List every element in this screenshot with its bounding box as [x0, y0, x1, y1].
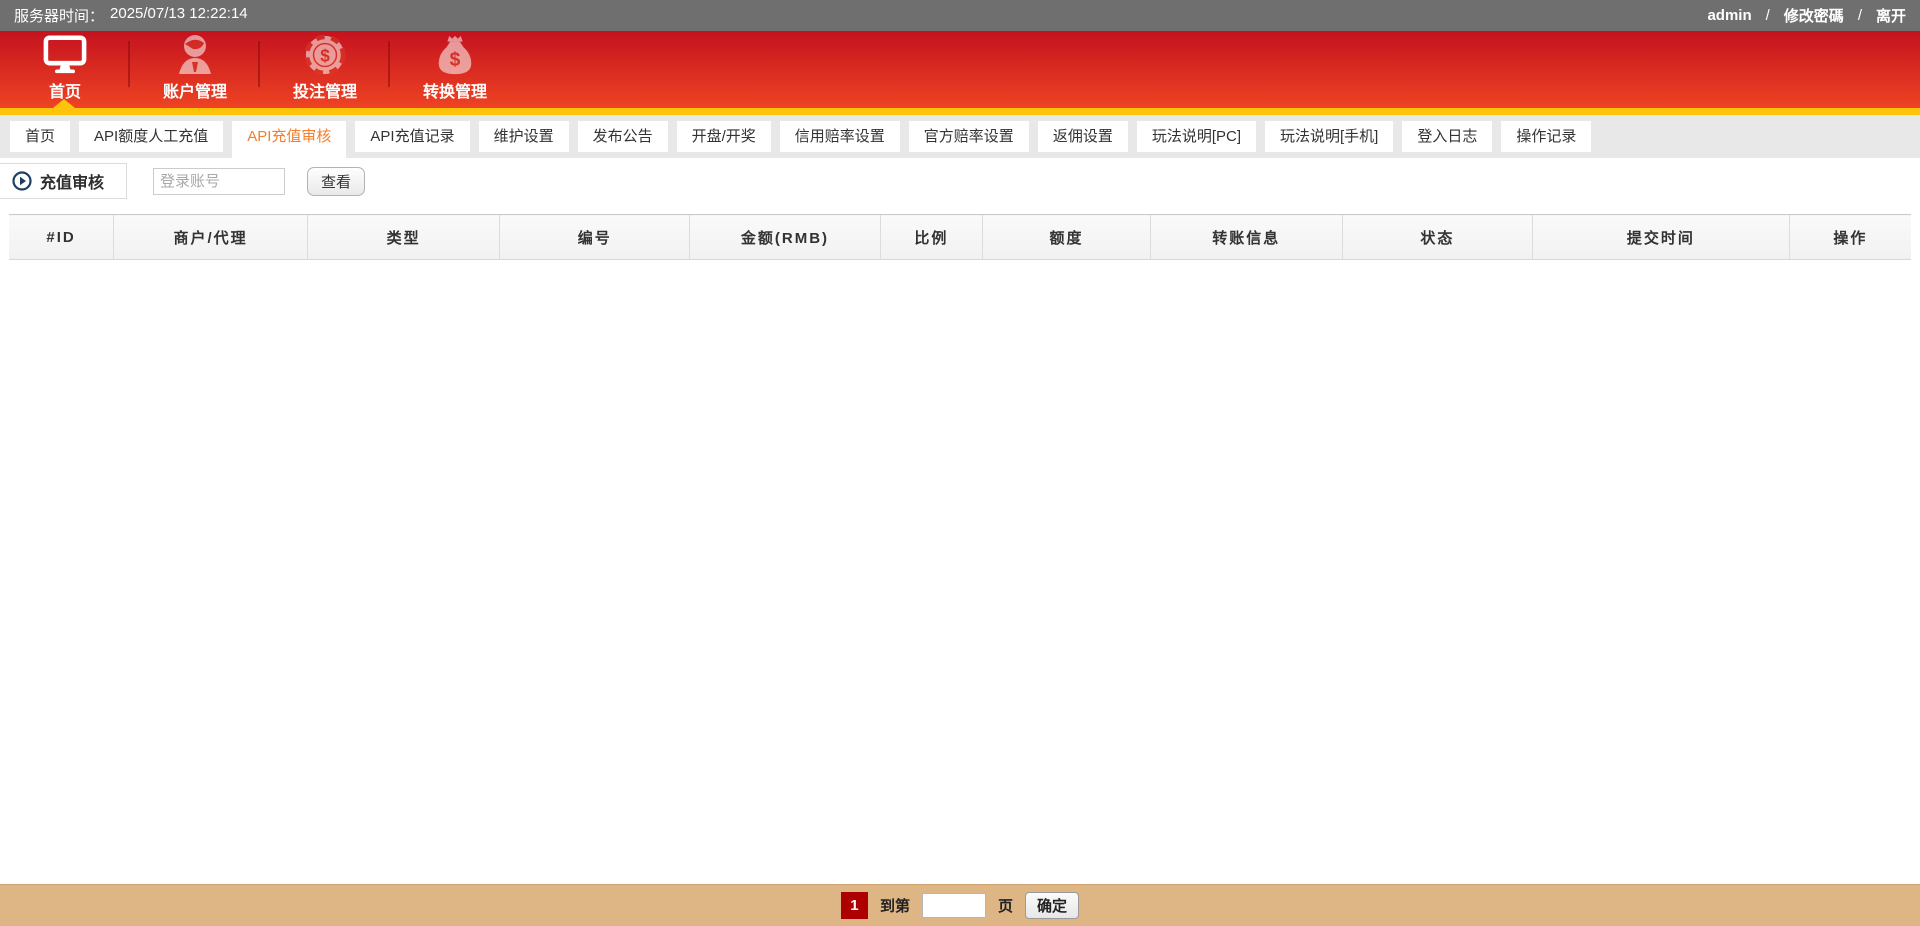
goto-page-input[interactable]: [921, 893, 986, 918]
tab-login-log[interactable]: 登入日志: [1402, 121, 1493, 152]
monitor-icon: [43, 34, 87, 76]
login-account-input[interactable]: [153, 167, 286, 195]
table-header-row: #ID 商户/代理 类型 编号 金额(RMB) 比例 额度 转账信息 状态 提交…: [9, 214, 1911, 260]
server-time: 服务器时间： 2025/07/13 12:22:14: [14, 5, 248, 26]
records-table: #ID 商户/代理 类型 编号 金额(RMB) 比例 额度 转账信息 状态 提交…: [9, 214, 1911, 260]
col-transfer-info: 转账信息: [1149, 214, 1343, 260]
server-time-label: 服务器时间：: [14, 8, 105, 25]
col-amount-rmb: 金额(RMB): [689, 214, 881, 260]
page-number-button[interactable]: 1: [840, 892, 868, 919]
tab-api-recharge-records[interactable]: API充值记录: [355, 121, 470, 152]
col-actions: 操作: [1788, 214, 1911, 260]
tab-publish-announcement[interactable]: 发布公告: [577, 121, 668, 152]
tab-rules-mobile[interactable]: 玩法说明[手机]: [1265, 121, 1394, 152]
user-icon: [175, 34, 215, 76]
svg-text:$: $: [320, 46, 330, 66]
nav-item-label: 账户管理: [162, 84, 227, 101]
server-time-value: 2025/07/13 12:22:14: [110, 5, 248, 22]
tab-rebate-settings[interactable]: 返佣设置: [1037, 121, 1128, 152]
nav-item-label: 转换管理: [422, 84, 487, 101]
records-table-wrap: #ID 商户/代理 类型 编号 金额(RMB) 比例 额度 转账信息 状态 提交…: [9, 214, 1911, 260]
nav-item-accounts[interactable]: 账户管理: [130, 31, 260, 108]
col-status: 状态: [1341, 214, 1533, 260]
nav-item-home[interactable]: 首页: [0, 31, 130, 108]
top-status-bar: 服务器时间： 2025/07/13 12:22:14 admin / 修改密碼 …: [0, 0, 1920, 31]
tab-credit-odds-settings[interactable]: 信用赔率设置: [779, 121, 900, 152]
tab-home[interactable]: 首页: [10, 121, 71, 152]
svg-text:$: $: [450, 50, 461, 71]
separator: /: [1857, 7, 1862, 24]
col-ratio: 比例: [879, 214, 983, 260]
col-id: #ID: [9, 214, 114, 260]
username: admin: [1707, 7, 1752, 24]
main-content: 充值审核 查看 #ID 商户/代理 类型 编号 金额(RMB): [0, 158, 1920, 884]
col-quota: 额度: [982, 214, 1151, 260]
tab-open-draw[interactable]: 开盘/开奖: [676, 121, 771, 152]
goto-prefix-label: 到第: [879, 898, 910, 915]
poker-chip-icon: $: [304, 34, 346, 76]
money-bag-icon: $: [435, 34, 475, 76]
separator: /: [1765, 7, 1770, 24]
change-password-link[interactable]: 修改密碼: [1784, 5, 1844, 26]
main-nav: 首页 账户管理 $ 投注管理 $ 转换管理: [0, 31, 1920, 108]
nav-item-transfer[interactable]: $ 转换管理: [390, 31, 520, 108]
active-nav-pointer-icon: [53, 99, 75, 108]
logout-link[interactable]: 离开: [1876, 5, 1906, 26]
admin-page: 服务器时间： 2025/07/13 12:22:14 admin / 修改密碼 …: [0, 0, 1920, 926]
col-merchant-agent: 商户/代理: [113, 214, 308, 260]
play-circle-icon: [12, 171, 32, 191]
col-submit-time: 提交时间: [1531, 214, 1790, 260]
nav-item-label: 投注管理: [292, 84, 357, 101]
section-title: 充值审核: [40, 175, 105, 192]
section-title-box: 充值审核: [0, 163, 128, 199]
sub-tab-bar: 首页 API额度人工充值 API充值审核 API充值记录 维护设置 发布公告 开…: [0, 115, 1920, 158]
pagination-bar: 1 到第 页 确定: [0, 884, 1920, 926]
nav-item-betting[interactable]: $ 投注管理: [260, 31, 390, 108]
view-button[interactable]: 查看: [307, 166, 366, 196]
tab-official-odds-settings[interactable]: 官方赔率设置: [908, 121, 1029, 152]
tab-operation-log[interactable]: 操作记录: [1501, 121, 1592, 152]
tab-rules-pc[interactable]: 玩法说明[PC]: [1136, 121, 1257, 152]
accent-strip: [0, 99, 1920, 115]
col-type: 类型: [307, 214, 500, 260]
col-number: 编号: [499, 214, 690, 260]
tab-maintenance-settings[interactable]: 维护设置: [478, 121, 569, 152]
filter-toolbar: 充值审核 查看: [0, 162, 1920, 200]
tab-api-manual-recharge[interactable]: API额度人工充值: [79, 121, 224, 152]
goto-suffix-label: 页: [997, 898, 1013, 915]
tab-api-recharge-review[interactable]: API充值审核: [232, 121, 347, 158]
confirm-button[interactable]: 确定: [1025, 892, 1080, 919]
